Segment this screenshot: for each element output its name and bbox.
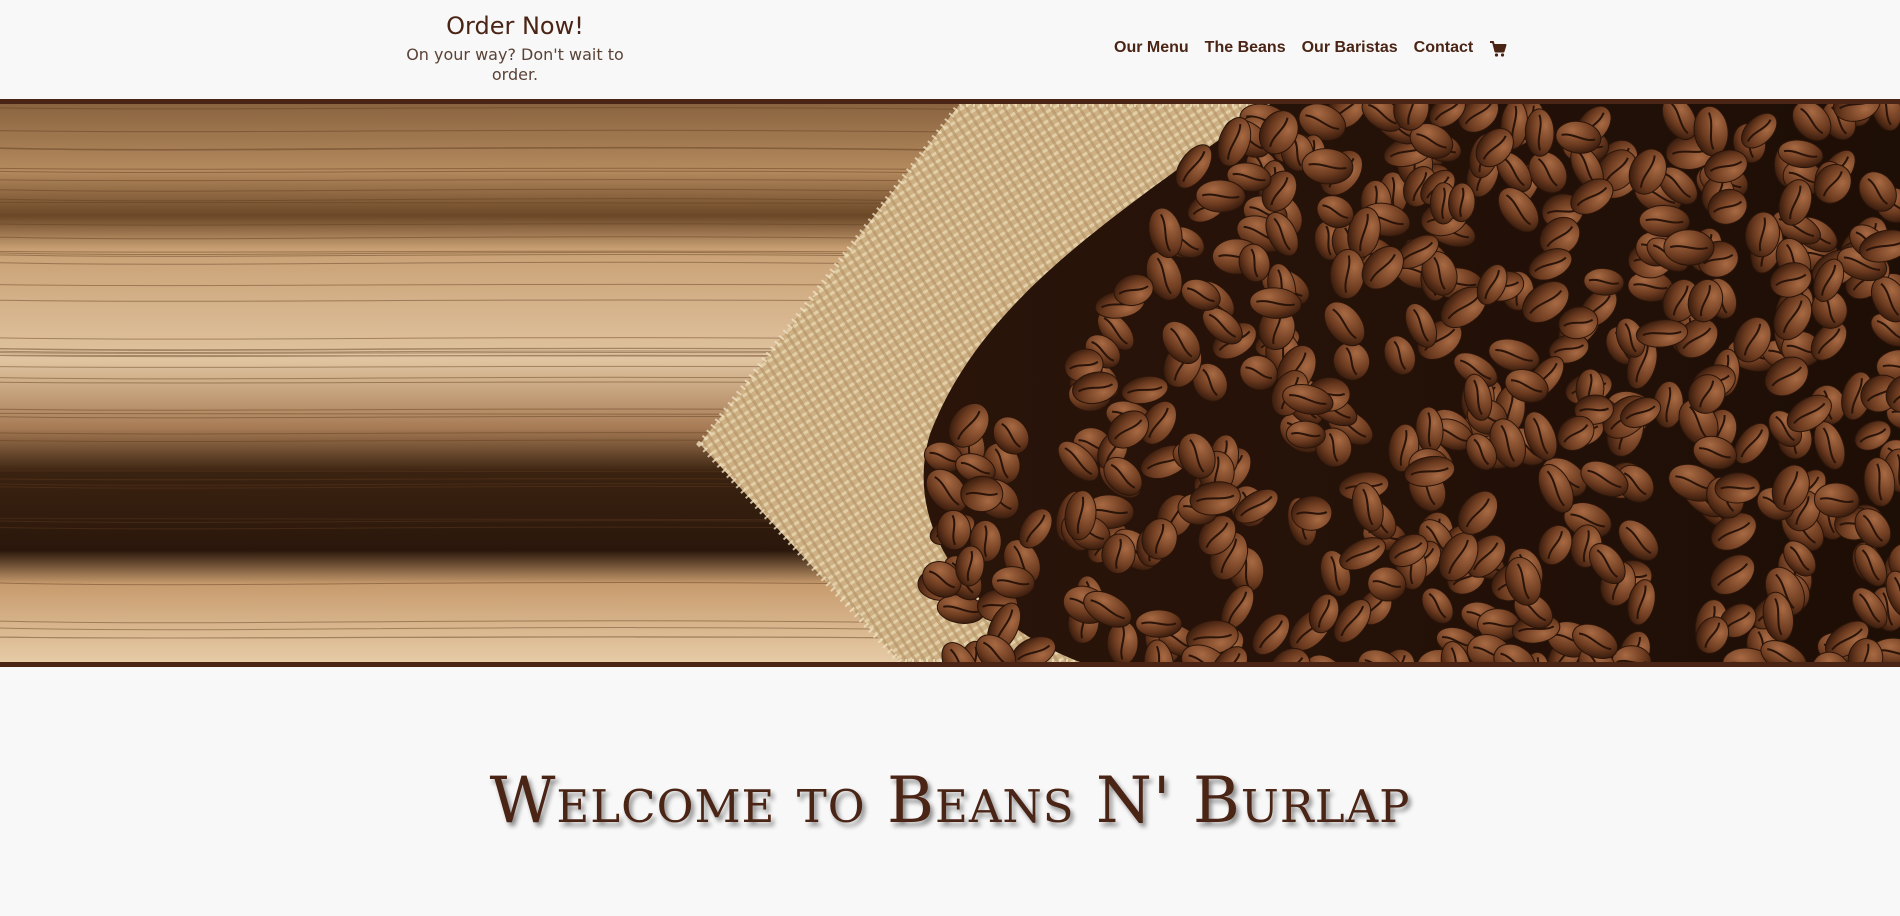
main-nav: Our Menu The Beans Our Baristas Contact: [1114, 38, 1507, 58]
nav-item-the-beans[interactable]: The Beans: [1205, 38, 1286, 58]
site-header: Order Now! On your way? Don't wait to or…: [0, 0, 1900, 99]
welcome-heading: Welcome to Beans N' Burlap: [489, 764, 1411, 838]
hero-banner: [0, 99, 1900, 667]
nav-item-our-menu[interactable]: Our Menu: [1114, 38, 1189, 58]
order-now-subtitle: On your way? Don't wait to order.: [406, 45, 624, 84]
nav-item-contact[interactable]: Contact: [1414, 38, 1474, 58]
shopping-cart-icon[interactable]: [1489, 40, 1507, 58]
order-now-block[interactable]: Order Now! On your way? Don't wait to or…: [385, 10, 645, 85]
nav-item-our-baristas[interactable]: Our Baristas: [1302, 38, 1398, 58]
coffee-beans-on-burlap-and-wood-image: [0, 104, 1900, 662]
order-now-link[interactable]: Order Now!: [385, 10, 645, 42]
